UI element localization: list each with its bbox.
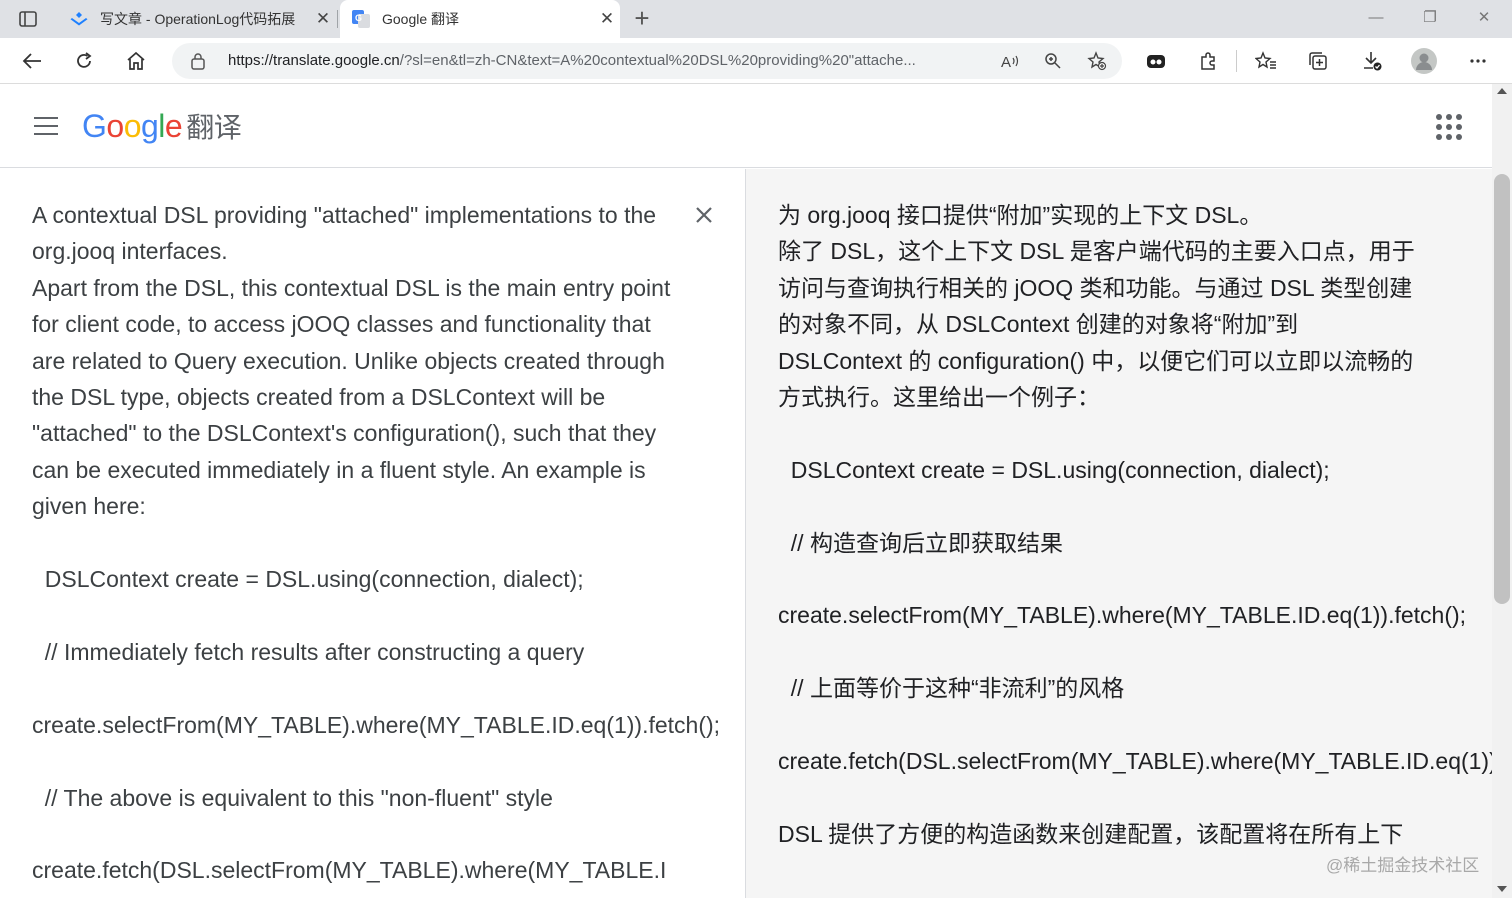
tab-title: 写文章 - OperationLog代码拓展 xyxy=(100,11,296,27)
translation-output: 为 org.jooq 接口提供“附加”实现的上下文 DSL。 除了 DSL，这个… xyxy=(778,202,1492,847)
new-tab-icon[interactable]: + xyxy=(628,4,656,32)
favorites-icon[interactable] xyxy=(1250,45,1282,77)
toolbar-divider xyxy=(1236,50,1237,72)
google-apps-icon[interactable] xyxy=(1432,110,1464,142)
tab-juejin[interactable]: 写文章 - OperationLog代码拓展 ✕ xyxy=(58,0,336,38)
scroll-down-icon[interactable] xyxy=(1497,886,1507,892)
minimize-icon[interactable]: — xyxy=(1354,6,1398,30)
browser-toolbar: https://translate.google.cn/?sl=en&tl=zh… xyxy=(0,38,1512,84)
google-translate-header: Google 翻译 xyxy=(0,84,1492,168)
tab-actions-icon xyxy=(19,11,37,27)
tab-google-translate[interactable]: G Google 翻译 ✕ xyxy=(340,0,620,38)
add-favorite-icon[interactable] xyxy=(1084,49,1110,73)
tab-close-icon[interactable]: ✕ xyxy=(594,9,620,29)
extension-icon[interactable] xyxy=(1140,45,1172,77)
tab-separator xyxy=(337,10,338,28)
logo-letter: g xyxy=(140,108,159,144)
downloads-icon[interactable] xyxy=(1356,45,1388,77)
svg-text:A: A xyxy=(1001,54,1011,70)
profile-avatar-icon[interactable] xyxy=(1408,45,1440,77)
address-bar[interactable]: https://translate.google.cn/?sl=en&tl=zh… xyxy=(172,43,1122,79)
source-text-input[interactable]: A contextual DSL providing "attached" im… xyxy=(32,197,720,889)
extensions-puzzle-icon[interactable] xyxy=(1192,45,1224,77)
logo-letter: o xyxy=(123,108,142,144)
read-aloud-icon[interactable]: A xyxy=(998,49,1024,73)
logo-suffix: 翻译 xyxy=(186,112,242,143)
url-text[interactable]: https://translate.google.cn/?sl=en&tl=zh… xyxy=(228,52,998,69)
main-menu-icon[interactable] xyxy=(30,113,64,139)
source-panel: A contextual DSL providing "attached" im… xyxy=(0,169,746,898)
restore-icon[interactable]: ❐ xyxy=(1408,6,1452,30)
logo-letter: e xyxy=(164,108,183,144)
lock-icon[interactable] xyxy=(190,52,206,75)
back-icon[interactable] xyxy=(16,45,48,77)
tab-close-icon[interactable]: ✕ xyxy=(310,9,336,29)
close-window-icon[interactable]: ✕ xyxy=(1462,6,1506,30)
svg-text:G: G xyxy=(355,13,362,23)
juejin-favicon-icon xyxy=(70,10,88,28)
zoom-icon[interactable] xyxy=(1040,49,1066,73)
tab-strip: 写文章 - OperationLog代码拓展 ✕ G Google 翻译 ✕ +… xyxy=(0,0,1512,38)
scroll-up-icon[interactable] xyxy=(1497,88,1507,94)
logo-letter: G xyxy=(82,108,107,144)
page-scrollbar[interactable] xyxy=(1492,84,1512,898)
reload-icon[interactable] xyxy=(68,45,100,77)
more-menu-icon[interactable] xyxy=(1462,45,1494,77)
tab-title: Google 翻译 xyxy=(382,11,460,27)
tab-actions-button[interactable] xyxy=(10,7,46,31)
logo-letter: o xyxy=(106,108,124,144)
logo-letter: l xyxy=(158,108,165,144)
watermark: @稀土掘金技术社区 xyxy=(1326,856,1480,875)
clear-source-icon[interactable] xyxy=(692,203,716,227)
translation-panel: 为 org.jooq 接口提供“附加”实现的上下文 DSL。 除了 DSL，这个… xyxy=(746,169,1492,898)
google-translate-logo[interactable]: Google 翻译 xyxy=(82,106,242,146)
google-translate-favicon-icon: G xyxy=(352,10,370,28)
home-icon[interactable] xyxy=(120,45,152,77)
scrollbar-thumb[interactable] xyxy=(1494,174,1510,604)
collections-icon[interactable] xyxy=(1302,45,1334,77)
